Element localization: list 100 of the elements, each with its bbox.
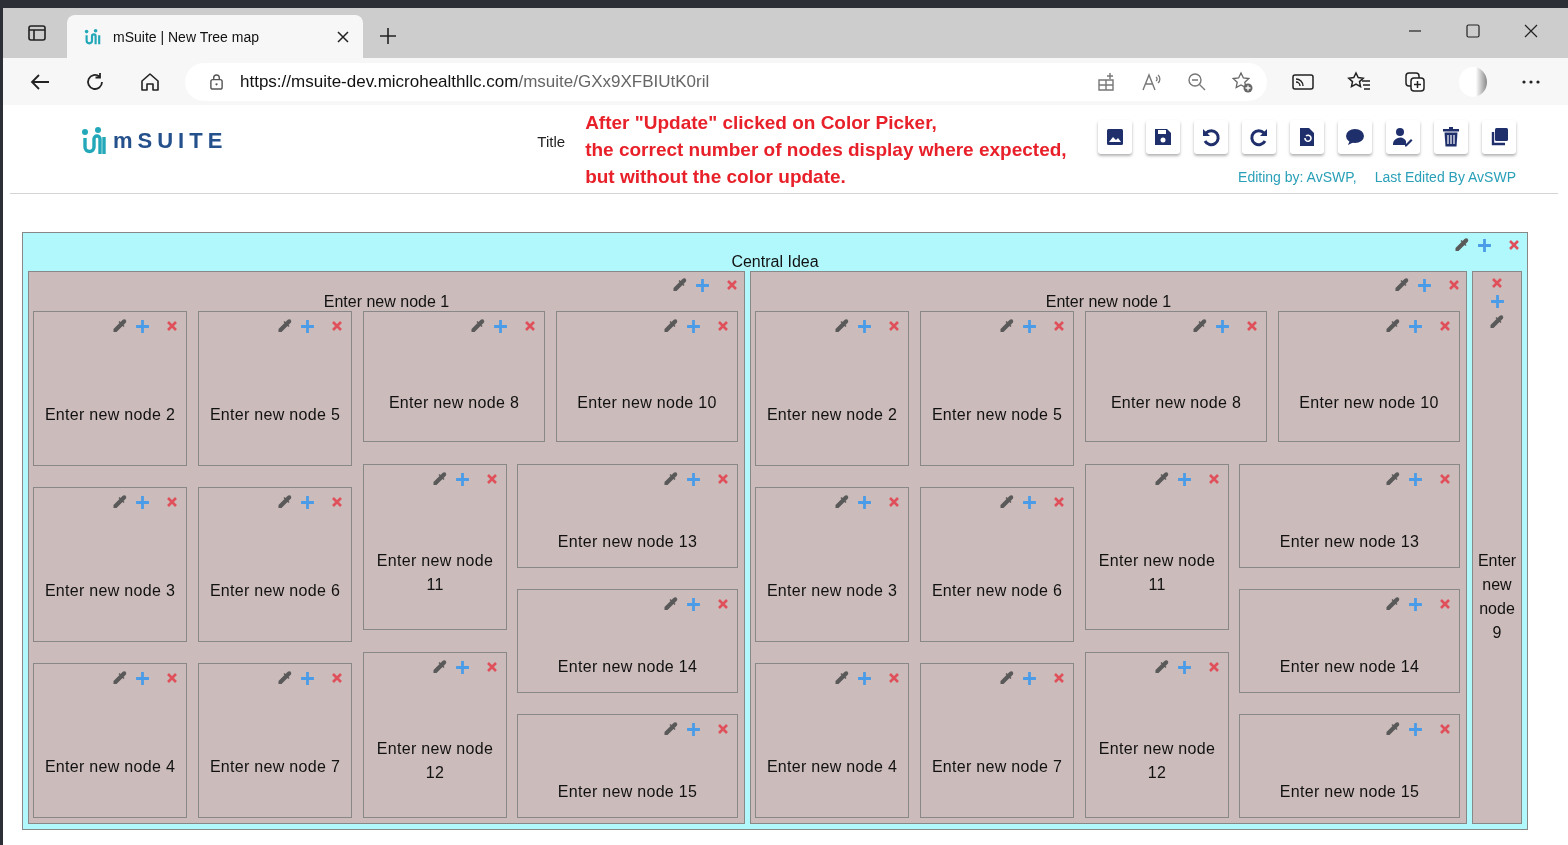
eyedropper-icon[interactable]: [1154, 471, 1170, 487]
node-label[interactable]: Enter new node 4: [766, 754, 898, 779]
eyedropper-icon[interactable]: [834, 670, 850, 686]
eyedropper-icon[interactable]: [672, 277, 688, 293]
add-icon[interactable]: [455, 471, 470, 487]
tree-node[interactable]: Enter new node 6: [198, 487, 352, 642]
add-icon[interactable]: [1022, 494, 1037, 510]
cast-icon[interactable]: [1292, 71, 1314, 92]
node-label[interactable]: Enter new node 6: [209, 578, 341, 603]
node-label[interactable]: Enter new node 8: [388, 390, 520, 415]
node-label[interactable]: Enter new node 15: [557, 780, 698, 804]
eyedropper-icon[interactable]: [277, 670, 293, 686]
tree-node[interactable]: Enter new node 11: [363, 464, 507, 630]
add-icon[interactable]: [686, 596, 701, 612]
undo-button[interactable]: [1194, 120, 1228, 154]
node-label[interactable]: Enter new node 13: [1279, 530, 1420, 554]
eyedropper-icon[interactable]: [663, 721, 679, 737]
tree-node[interactable]: Enter new node 13: [1239, 464, 1460, 568]
add-icon[interactable]: [686, 471, 701, 487]
close-icon[interactable]: [1524, 24, 1538, 38]
eyedropper-icon[interactable]: [999, 494, 1015, 510]
user-edit-button[interactable]: [1386, 120, 1420, 154]
node-label[interactable]: Enter new node 11: [370, 549, 500, 597]
tree-node[interactable]: Enter new node 14: [517, 589, 738, 693]
add-icon[interactable]: [1408, 318, 1423, 334]
eyedropper-icon[interactable]: [1154, 659, 1170, 675]
add-favorite-icon[interactable]: [1231, 70, 1253, 93]
tree-node[interactable]: Enter new node 6: [920, 487, 1074, 642]
node-label[interactable]: Enter new node 3: [766, 578, 898, 603]
add-icon[interactable]: [1408, 471, 1423, 487]
browser-tab[interactable]: mSuite | New Tree map: [67, 15, 363, 58]
eyedropper-icon[interactable]: [432, 471, 448, 487]
node-label[interactable]: Enter new node 13: [557, 530, 698, 554]
eyedropper-icon[interactable]: [1385, 471, 1401, 487]
root-node[interactable]: [22, 232, 1528, 830]
eyedropper-icon[interactable]: [112, 670, 128, 686]
tree-node[interactable]: Enter new node 3: [33, 487, 187, 642]
add-icon[interactable]: [857, 494, 872, 510]
node-label[interactable]: Enter new node 12: [1092, 737, 1222, 785]
tree-node[interactable]: Enter new node 2: [755, 311, 909, 466]
add-icon[interactable]: [135, 318, 150, 334]
tree-node[interactable]: Enter new node 3: [755, 487, 909, 642]
add-icon[interactable]: [300, 494, 315, 510]
eyedropper-icon[interactable]: [1192, 318, 1208, 334]
eyedropper-icon[interactable]: [277, 318, 293, 334]
node-label[interactable]: Enter new node 7: [931, 754, 1063, 779]
node-label[interactable]: Enter new node 14: [557, 655, 698, 679]
tree-node[interactable]: Enter new node 13: [517, 464, 738, 568]
add-icon[interactable]: [1022, 670, 1037, 686]
more-icon[interactable]: [1521, 78, 1541, 85]
add-icon[interactable]: [857, 318, 872, 334]
tree-node[interactable]: [750, 271, 1467, 824]
profile-avatar[interactable]: [1459, 66, 1487, 97]
add-icon[interactable]: [135, 494, 150, 510]
tree-node[interactable]: Enter new node 11: [1085, 464, 1229, 630]
node-label[interactable]: Enter new node 9: [1476, 548, 1518, 645]
collections-icon[interactable]: [1404, 70, 1426, 93]
save-button[interactable]: [1146, 120, 1180, 154]
eyedropper-icon[interactable]: [1489, 314, 1505, 330]
tree-node[interactable]: Enter new node 7: [920, 663, 1074, 818]
eyedropper-icon[interactable]: [432, 659, 448, 675]
tree-node[interactable]: Enter new node 4: [33, 663, 187, 818]
add-icon[interactable]: [1408, 721, 1423, 737]
tree-node[interactable]: Enter new node 7: [198, 663, 352, 818]
refresh-icon[interactable]: [84, 70, 106, 93]
eyedropper-icon[interactable]: [1385, 721, 1401, 737]
tree-node[interactable]: Enter new node 10: [556, 311, 738, 442]
node-label[interactable]: Enter new node 1: [323, 293, 450, 311]
favorites-icon[interactable]: [1347, 70, 1371, 93]
add-icon[interactable]: [1215, 318, 1230, 334]
eyedropper-icon[interactable]: [834, 318, 850, 334]
add-icon[interactable]: [300, 318, 315, 334]
add-icon[interactable]: [493, 318, 508, 334]
apps-icon[interactable]: [1097, 71, 1117, 92]
tree-node[interactable]: Enter new node 8: [363, 311, 545, 442]
add-icon[interactable]: [135, 670, 150, 686]
eyedropper-icon[interactable]: [112, 318, 128, 334]
add-icon[interactable]: [455, 659, 470, 675]
add-icon[interactable]: [1477, 237, 1492, 253]
tree-node[interactable]: Enter new node 10: [1278, 311, 1460, 442]
add-icon[interactable]: [857, 670, 872, 686]
eyedropper-icon[interactable]: [1454, 237, 1470, 253]
add-icon[interactable]: [1417, 277, 1432, 293]
node-label[interactable]: Enter new node 8: [1110, 390, 1242, 415]
node-label[interactable]: Enter new node 3: [44, 578, 176, 603]
add-icon[interactable]: [1177, 471, 1192, 487]
tree-node[interactable]: Enter new node 12: [1085, 652, 1229, 818]
add-icon[interactable]: [1022, 318, 1037, 334]
eyedropper-icon[interactable]: [834, 494, 850, 510]
close-icon[interactable]: [337, 30, 349, 43]
redo-button[interactable]: [1242, 120, 1276, 154]
home-icon[interactable]: [139, 70, 161, 93]
tree-node[interactable]: Enter new node 15: [517, 714, 738, 818]
add-icon[interactable]: [1408, 596, 1423, 612]
restore-button[interactable]: [1290, 120, 1324, 154]
tree-node[interactable]: Enter new node 5: [920, 311, 1074, 466]
tree-node[interactable]: Enter new node 9: [1472, 271, 1522, 824]
add-icon[interactable]: [686, 318, 701, 334]
tree-node[interactable]: Enter new node 2: [33, 311, 187, 466]
node-label[interactable]: Enter new node 6: [931, 578, 1063, 603]
